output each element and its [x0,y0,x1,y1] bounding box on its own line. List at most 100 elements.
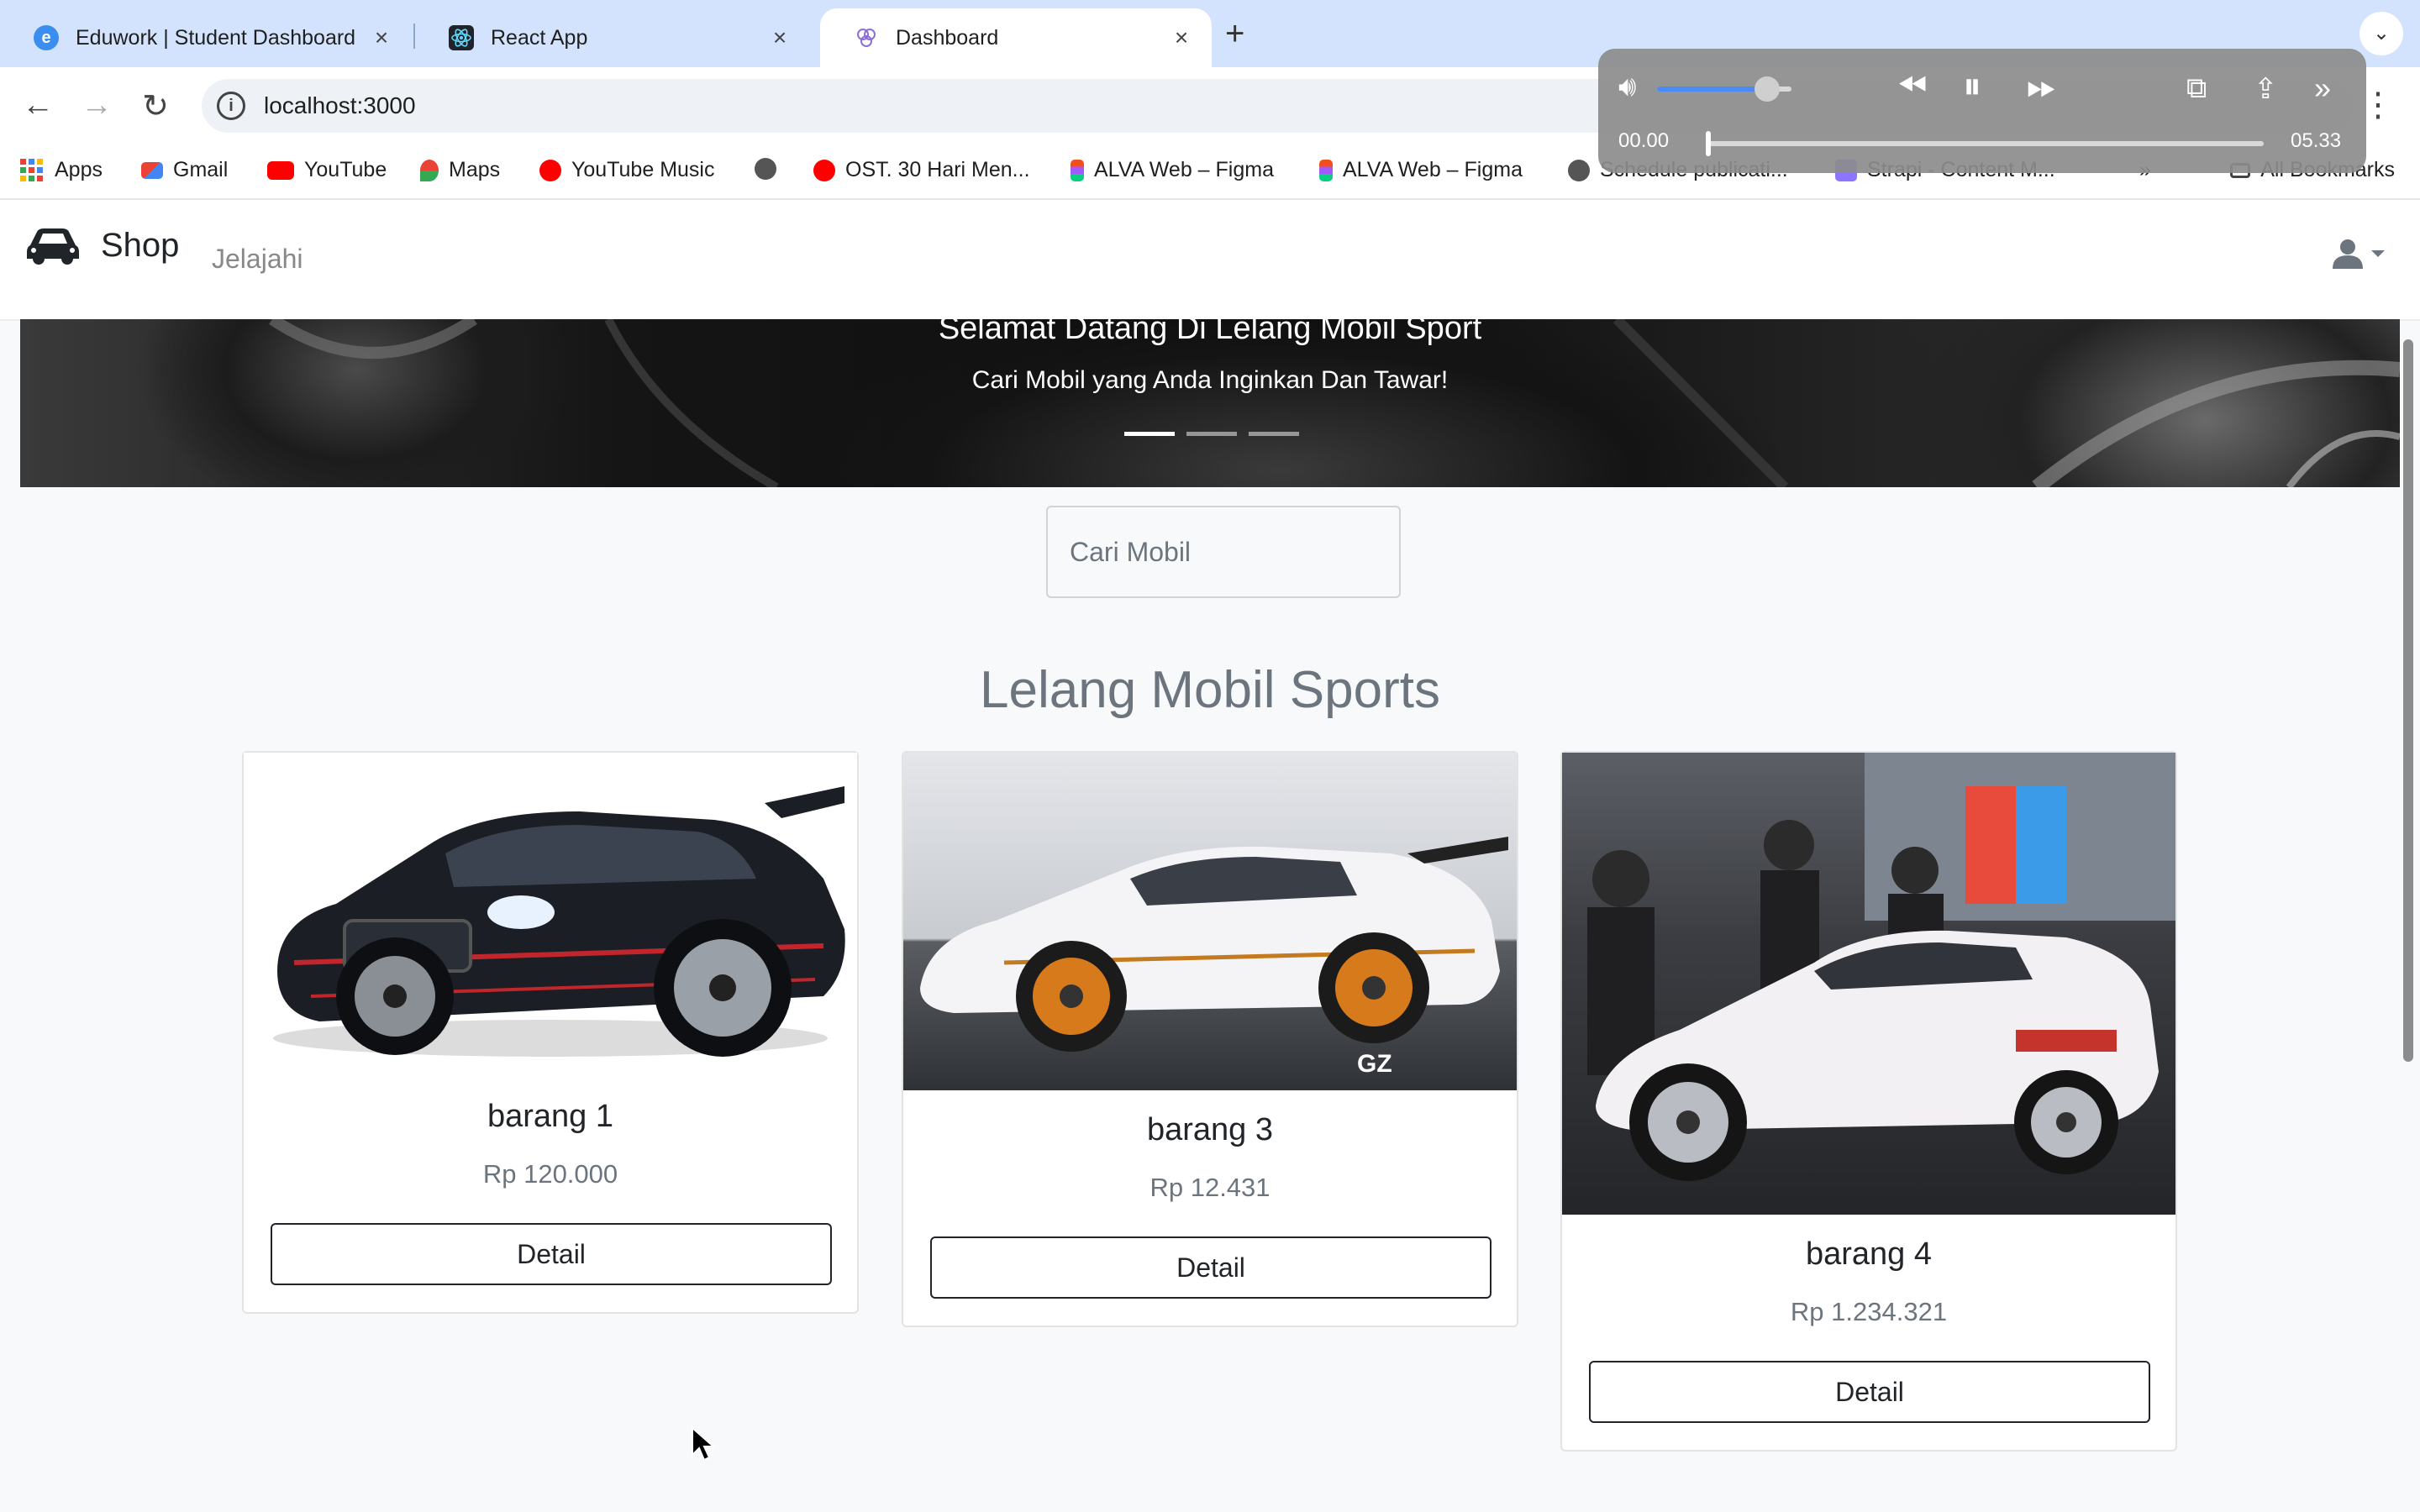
bookmark-label: ALVA Web – Figma [1094,158,1274,181]
detail-button[interactable]: Detail [271,1223,832,1285]
volume-knob[interactable] [1754,76,1781,102]
figma-icon [1071,159,1084,181]
rewind-icon: ⏪︎ [1897,66,1928,107]
user-menu-dropdown[interactable] [2331,239,2386,269]
product-name: barang 1 [487,1099,613,1134]
caret-down-icon [2371,250,2385,257]
eduwork-icon: e [34,25,59,50]
forward-button[interactable]: → [76,87,118,123]
product-price: Rp 12.431 [1150,1173,1270,1202]
bookmark-label: ALVA Web – Figma [1343,158,1523,181]
carousel-indicator-2[interactable] [1186,432,1237,436]
carousel-indicators [1124,432,1299,436]
dashboard-icon [854,25,879,50]
chevron-down-icon: ⌄ [2372,22,2391,45]
detail-button[interactable]: Detail [1589,1361,2150,1423]
tab-search-button[interactable]: ⌄ [2360,12,2403,55]
gmail-icon [141,161,163,179]
more-vertical-icon: ⋮ [2361,87,2395,123]
mouse-cursor-icon [692,1426,716,1462]
bookmark-globe[interactable] [755,158,786,180]
close-icon[interactable]: × [763,24,797,51]
bookmark-youtube-music[interactable]: YouTube Music [539,158,714,182]
carousel-indicator-1[interactable] [1124,432,1175,436]
white-lamborghini-showroom-image [1562,753,2175,1215]
maps-icon [420,159,439,181]
bookmark-label: YouTube Music [571,158,715,181]
fast-forward-icon: ⏩︎ [2027,66,2057,107]
hero-title: Selamat Datang Di Lelang Mobil Sport [938,319,1482,346]
bookmark-label: YouTube [304,158,387,181]
media-current-time: 00.00 [1618,129,1670,152]
globe-icon [1568,159,1590,181]
media-controls-overlay: 🔊︎ ⏪︎ ⏸︎ ⏩︎ ⧉ ⇪ » 00.00 05.33 [1598,49,2366,173]
media-progress-knob[interactable] [1706,131,1711,156]
product-name: barang 4 [1805,1236,1932,1272]
svg-text:GZ: GZ [1357,1050,1392,1078]
black-sport-car-image [244,753,857,1075]
apps-grid-icon [20,159,43,181]
bookmark-maps[interactable]: Maps [420,158,500,182]
media-total-time: 05.33 [2291,129,2342,152]
product-price: Rp 1.234.321 [1790,1297,1948,1326]
reload-icon: ↻ [142,89,169,124]
youtube-music-icon [539,159,561,181]
brand-link[interactable]: Shop [25,225,179,265]
globe-icon [755,158,776,180]
hero-carousel[interactable]: Selamat Datang Di Lelang Mobil Sport Car… [20,319,2400,487]
tab-react-app[interactable]: React App × [415,8,810,67]
bookmark-figma-2[interactable]: ALVA Web – Figma [1319,158,1523,182]
picture-in-picture-icon: ⧉ [2186,72,2207,104]
youtube-music-icon [813,159,835,181]
volume-icon[interactable]: 🔊︎ [1618,71,1636,103]
volume-fill [1657,87,1768,92]
bookmark-ost[interactable]: OST. 30 Hari Men... [813,158,1030,182]
nav-link-jelajahi[interactable]: Jelajahi [212,244,303,275]
figma-icon [1319,159,1333,181]
hero-subtitle: Cari Mobil yang Anda Inginkan Dan Tawar! [971,366,1449,394]
url-text[interactable]: localhost:3000 [264,92,416,119]
bookmark-label: Apps [55,158,103,181]
user-icon [2333,239,2363,269]
share-button[interactable]: ⇪ [2254,72,2278,106]
detail-button[interactable]: Detail [930,1236,1491,1299]
picture-in-picture-button[interactable]: ⧉ [2186,72,2207,105]
bookmark-label: Gmail [173,158,229,181]
bookmark-gmail[interactable]: Gmail [141,158,228,182]
product-card: barang 4 Rp 1.234.321 Detail [1560,751,2177,1452]
page-scrollbar[interactable] [2403,339,2413,1062]
pause-button[interactable]: ⏸︎ [1963,66,1981,108]
product-name: barang 3 [1146,1112,1273,1147]
fast-forward-button[interactable]: ⏩︎ [2027,66,2056,108]
browser-menu-button[interactable]: ⋮ [2361,86,2395,124]
media-progress-bar[interactable] [1706,131,2264,156]
reload-button[interactable]: ↻ [134,87,176,125]
expand-button[interactable]: » [2314,71,2331,106]
back-button[interactable]: ← [17,87,59,123]
search-input[interactable] [1046,506,1401,598]
close-icon[interactable]: × [1165,24,1198,51]
product-card: GZ barang 3 Rp 12.431 Detail [902,751,1518,1327]
carousel-indicator-3[interactable] [1249,432,1299,436]
volume-slider[interactable] [1657,76,1791,102]
bookmark-label: OST. 30 Hari Men... [845,158,1030,181]
bookmark-figma-1[interactable]: ALVA Web – Figma [1071,158,1274,182]
product-price: Rp 120.000 [482,1159,618,1189]
tab-dashboard[interactable]: Dashboard × [820,8,1212,67]
rewind-button[interactable]: ⏪︎ [1897,66,1927,108]
site-info-icon[interactable]: i [217,92,245,120]
bookmark-youtube[interactable]: YouTube [267,158,387,182]
double-chevron-right-icon: » [2314,71,2332,105]
new-tab-button[interactable]: + [1225,15,1244,53]
react-icon [449,25,474,50]
tab-title: Eduwork | Student Dashboard [76,25,356,50]
bookmark-apps[interactable]: Apps [20,158,103,182]
section-title: Lelang Mobil Sports [980,661,1440,719]
bookmark-label: Maps [449,158,501,181]
tab-title: React App [491,25,588,50]
arrow-left-icon: ← [22,87,54,123]
close-icon[interactable]: × [365,24,398,51]
tab-eduwork[interactable]: e Eduwork | Student Dashboard × [0,8,412,67]
car-icon [27,228,79,265]
share-icon: ⇪ [2254,73,2278,105]
